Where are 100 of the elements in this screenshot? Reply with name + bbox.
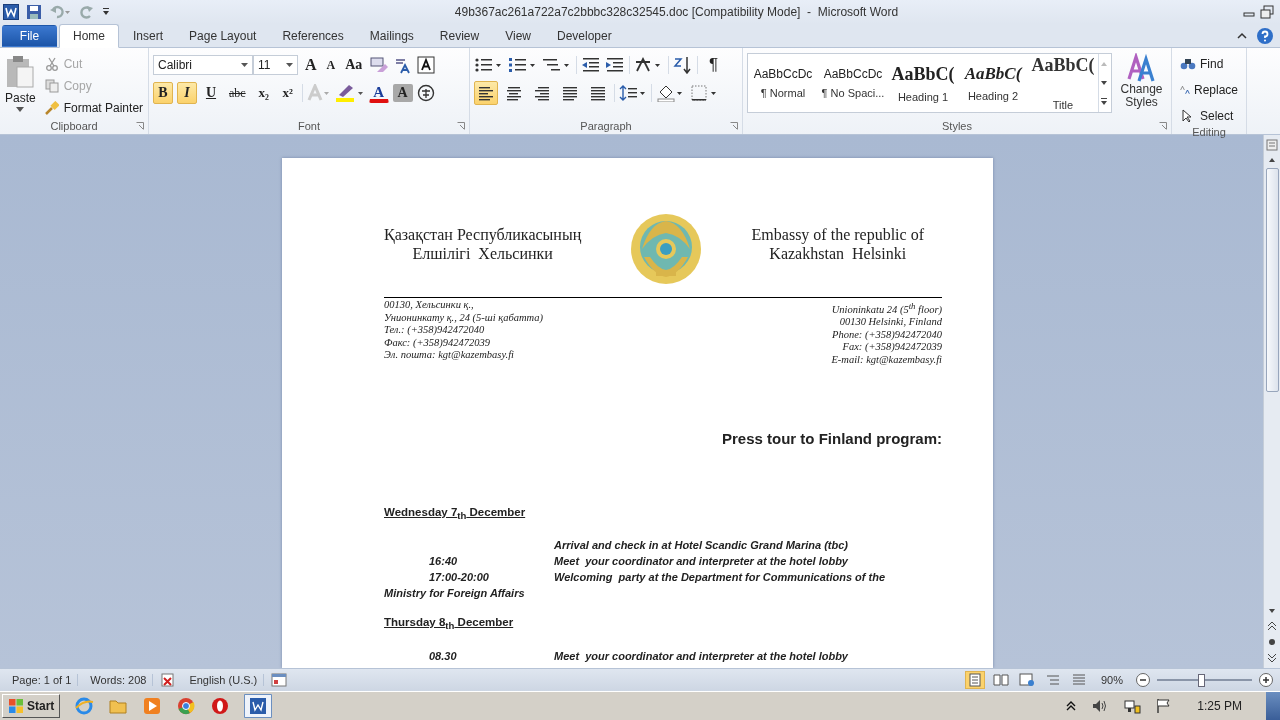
multilevel-list-icon[interactable] — [542, 56, 572, 74]
caret-icon[interactable] — [286, 63, 293, 67]
vertical-scrollbar[interactable] — [1263, 135, 1280, 668]
embassy-name: Елшілігі Хельсинки — [412, 244, 553, 263]
zoom-out-icon[interactable] — [1135, 672, 1151, 688]
word-logo-icon[interactable] — [3, 4, 19, 20]
shrink-font-button[interactable]: A — [323, 54, 339, 76]
ribbon-tab[interactable]: Insert — [121, 25, 176, 47]
bullets-icon[interactable] — [474, 56, 504, 74]
caret-icon[interactable] — [241, 63, 248, 67]
grow-font-button[interactable]: A — [302, 54, 320, 76]
opera-icon[interactable] — [210, 696, 231, 716]
page-count[interactable]: Page: 1 of 1 — [6, 674, 79, 686]
sup-button[interactable]: x² — [277, 82, 298, 104]
help-icon[interactable] — [1256, 26, 1274, 45]
font-name-field[interactable]: Calibri — [153, 55, 253, 75]
style-item[interactable]: AaBbCcDc ¶ Normal — [748, 54, 818, 112]
macro-record-icon[interactable] — [270, 672, 289, 688]
italic-button[interactable]: I — [177, 82, 197, 104]
ribbon-tab[interactable]: Page Layout — [177, 25, 269, 47]
numbering-icon[interactable] — [508, 56, 538, 74]
change-case-button[interactable]: Aa — [342, 54, 366, 76]
web-layout-icon[interactable] — [1016, 671, 1037, 689]
zoom-level[interactable]: 90% — [1094, 674, 1129, 686]
chrome-icon[interactable] — [176, 696, 197, 716]
ribbon-tab[interactable]: View — [493, 25, 543, 47]
save-icon[interactable] — [26, 4, 42, 20]
previous-page-icon[interactable] — [1265, 619, 1279, 633]
file-tab[interactable]: File — [2, 25, 57, 47]
dialog-launcher-icon[interactable] — [1159, 122, 1167, 130]
ribbon-tab[interactable]: Mailings — [357, 25, 426, 47]
underline-button[interactable]: U — [201, 82, 221, 104]
format-painter-button[interactable]: Format Painter — [40, 98, 148, 118]
scroll-thumb[interactable] — [1265, 168, 1279, 392]
ribbon-tab[interactable]: References — [270, 25, 356, 47]
select-button[interactable]: Select — [1176, 106, 1242, 126]
embassy-name: Қазақстан Республикасының — [384, 225, 582, 244]
word-count[interactable]: Words: 208 — [84, 674, 154, 686]
find-button[interactable]: Find — [1176, 54, 1242, 74]
style-item[interactable]: AaBbCcDc ¶ No Spaci... — [818, 54, 888, 112]
show-formatting-button[interactable]: ¶ — [706, 54, 722, 76]
align-left-icon[interactable] — [474, 81, 498, 105]
start-button[interactable]: Start — [2, 694, 61, 718]
binoculars-icon — [1180, 57, 1196, 71]
ruler-toggle-icon[interactable] — [1265, 138, 1279, 152]
enclose-character-icon[interactable] — [416, 84, 435, 102]
font-size-field[interactable]: 11 — [253, 55, 298, 75]
group-label: Font — [298, 120, 320, 132]
paste-button[interactable]: Paste — [4, 52, 37, 118]
network-icon[interactable] — [1123, 698, 1142, 714]
paintbrush-icon — [44, 101, 59, 115]
clock[interactable]: 1:25 PM — [1187, 699, 1252, 713]
word-app-icon[interactable] — [244, 694, 273, 718]
restore-icon[interactable] — [1260, 5, 1274, 19]
character-shading-button[interactable]: A — [392, 84, 413, 102]
sort-icon[interactable] — [673, 56, 693, 74]
character-border-icon[interactable] — [417, 56, 436, 74]
schedule-entry: 16:40 Meet your coordinator and interpreter at the hotel lobby — [428, 554, 849, 570]
group-label: Styles — [942, 120, 972, 132]
zoom-in-icon[interactable] — [1258, 672, 1274, 688]
address-line: Unioninkatu 24 (5$^{th}$ floor) — [831, 299, 942, 316]
address-line: Phone: (+358)942472040 — [831, 328, 942, 341]
address-line: 00130, Хельсинки қ., — [384, 299, 474, 312]
style-item[interactable]: AaBbC( Title — [1028, 54, 1098, 112]
group-label: Editing — [1192, 126, 1226, 138]
replace-button[interactable]: Replace — [1176, 80, 1242, 100]
dialog-launcher-icon[interactable] — [457, 122, 465, 130]
strike-button[interactable]: abc — [225, 82, 250, 104]
day-heading: Wednesday 7$_{th}$ December — [384, 506, 526, 518]
ribbon-tab[interactable]: Developer — [544, 25, 624, 47]
ribbon-tab[interactable]: Home — [59, 24, 119, 48]
address-line: 00130 Helsinki, Finland — [839, 316, 942, 329]
style-item[interactable]: AaBbC( Heading 1 — [888, 54, 958, 112]
group-label: Paragraph — [580, 120, 632, 132]
dialog-launcher-icon[interactable] — [730, 122, 738, 130]
schedule-entry: 17:00-20:00 Welcoming party at the Department for Communications of the Ministry for Foreign Affairs — [384, 570, 887, 602]
sub-button[interactable]: x₂ — [253, 82, 274, 104]
decrease-indent-icon[interactable] — [581, 56, 601, 74]
change-styles-button[interactable]: Change Styles — [1116, 52, 1167, 118]
windows-logo-icon — [8, 698, 24, 714]
media-player-icon[interactable] — [142, 696, 163, 716]
address-line: Тел.: (+358)942472040 — [384, 324, 485, 337]
clear-formatting-icon[interactable] — [369, 56, 390, 74]
style-item[interactable]: AaBbC( Heading 2 — [958, 54, 1028, 112]
highlighter-icon[interactable] — [334, 84, 365, 102]
ribbon-tab[interactable]: Review — [427, 25, 492, 47]
print-layout-icon[interactable] — [964, 671, 985, 689]
dialog-launcher-icon[interactable] — [136, 122, 144, 130]
caret-icon — [16, 107, 25, 112]
address-line: Факс: (+358)942472039 — [384, 336, 491, 349]
increase-indent-icon[interactable] — [605, 56, 625, 74]
zoom-slider-thumb[interactable] — [1197, 673, 1205, 687]
reading-layout-icon[interactable] — [990, 671, 1011, 689]
schedule-entry: Arrival and check in at Hotel Scandic Grand Marina (tbc) — [553, 538, 850, 554]
language-indicator[interactable]: English (U.S.) — [183, 674, 265, 686]
bold-button[interactable]: B — [153, 82, 173, 104]
line-spacing-icon[interactable] — [619, 84, 647, 102]
font-color-button[interactable]: A — [368, 83, 389, 103]
next-page-icon[interactable] — [1265, 651, 1279, 665]
copy-icon — [44, 79, 59, 93]
